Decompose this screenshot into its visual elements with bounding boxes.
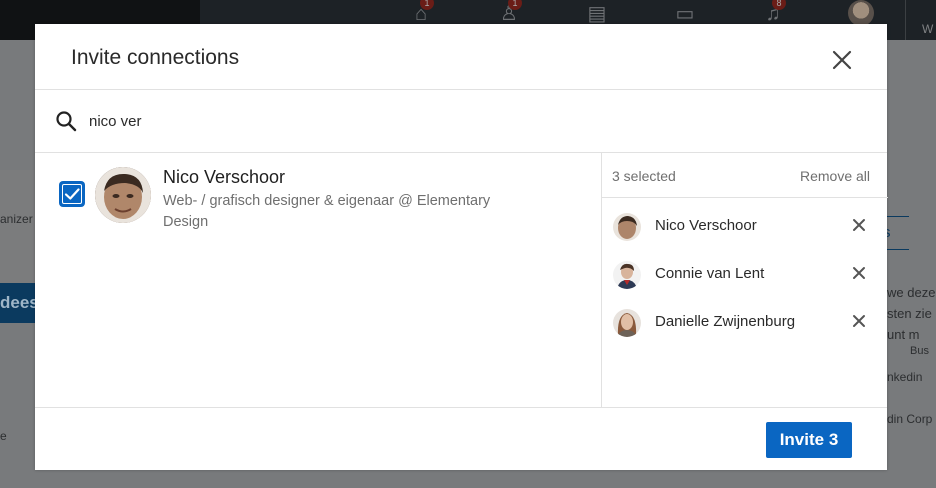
avatar: [613, 213, 641, 241]
remove-icon[interactable]: [852, 218, 866, 232]
network-icon[interactable]: ♙ 1: [494, 0, 524, 26]
search-icon: [56, 111, 77, 132]
bg-left-card: [0, 170, 36, 290]
profile-photo-icon: [95, 167, 151, 223]
me-avatar[interactable]: [848, 0, 874, 26]
jobs-icon[interactable]: ▤: [582, 2, 612, 26]
bg-right-text-4: Bus: [910, 345, 929, 357]
selected-item: Nico Verschoor: [602, 201, 888, 249]
modal-header: Invite connections: [35, 24, 887, 90]
result-row[interactable]: Nico Verschoor Web- / grafisch designer …: [35, 153, 601, 243]
bg-right-text-1: we deze: [887, 285, 936, 300]
nav-divider: [905, 0, 906, 40]
avatar: [95, 167, 151, 223]
bg-left-text: anizer: [0, 212, 33, 226]
bg-right-text-5: nkedin: [887, 370, 923, 384]
selected-header: 3 selected Remove all: [602, 153, 888, 198]
modal-title: Invite connections: [71, 46, 240, 69]
invite-connections-modal: Invite connections nico ver Nico Verscho…: [35, 24, 888, 471]
remove-all-button[interactable]: Remove all: [800, 168, 870, 184]
bg-left-button: dees: [0, 283, 36, 323]
network-badge: 1: [508, 0, 522, 10]
notifications-badge: 8: [772, 0, 786, 10]
selected-item: Danielle Zwijnenburg: [602, 297, 888, 345]
search-input[interactable]: [89, 110, 689, 132]
modal-footer: Invite 3: [35, 407, 887, 471]
person-name[interactable]: Nico Verschoor: [163, 167, 285, 188]
home-icon[interactable]: ⌂ 1: [406, 0, 436, 26]
selected-name: Danielle Zwijnenburg: [655, 313, 796, 330]
notifications-icon[interactable]: ♫ 8: [758, 0, 788, 26]
bg-right-text-6: din Corp: [887, 412, 933, 426]
checkmark-icon: [64, 188, 80, 200]
person-headline: Web- / grafisch designer & eigenaar @ El…: [163, 193, 491, 230]
bg-right-text-2: sten zie: [887, 306, 932, 321]
selected-panel: 3 selected Remove all Nico Verschoor Con…: [601, 153, 888, 407]
home-badge: 1: [420, 0, 434, 10]
bg-right-text-3: unt m: [887, 327, 920, 342]
selected-name: Nico Verschoor: [655, 217, 757, 234]
remove-icon[interactable]: [852, 314, 866, 328]
nav-work-label[interactable]: W: [922, 22, 933, 36]
remove-icon[interactable]: [852, 266, 866, 280]
avatar: [613, 309, 641, 337]
selected-count: 3 selected: [612, 168, 676, 184]
selected-name: Connie van Lent: [655, 265, 765, 282]
invite-button[interactable]: Invite 3: [766, 422, 852, 458]
close-button[interactable]: [829, 47, 855, 73]
messaging-icon[interactable]: ▭: [670, 2, 700, 26]
selected-item: Connie van Lent: [602, 249, 888, 297]
search-results: Nico Verschoor Web- / grafisch designer …: [35, 153, 601, 407]
select-checkbox[interactable]: [60, 182, 84, 206]
bg-footer-text: e: [0, 429, 7, 443]
close-icon: [832, 50, 852, 70]
search-bar: [35, 90, 887, 153]
profile-photo-icon: [613, 261, 641, 289]
profile-photo-icon: [613, 309, 641, 337]
avatar: [613, 261, 641, 289]
profile-photo-icon: [613, 213, 641, 241]
